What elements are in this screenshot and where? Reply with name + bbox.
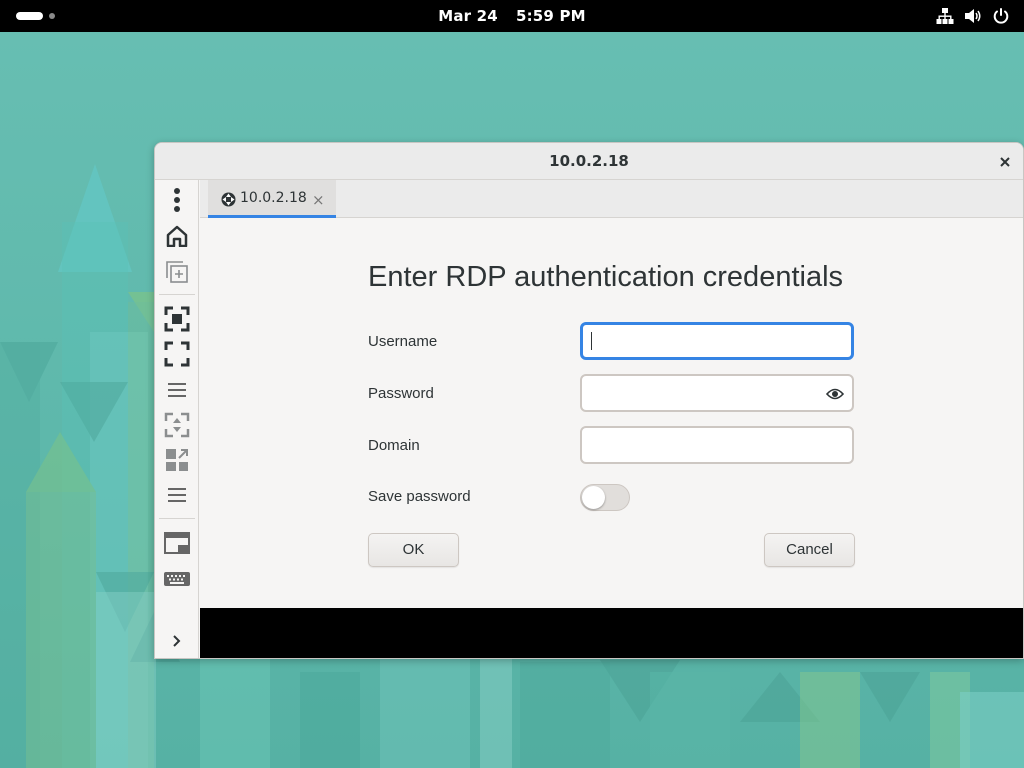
remote-desktop-window: 10.0.2.18 10.0.2.18 × Enter RDP authenti… <box>154 142 1024 659</box>
username-label: Username <box>368 333 438 350</box>
close-icon <box>1000 157 1010 167</box>
rdp-protocol-icon <box>221 192 236 211</box>
keyboard-icon[interactable] <box>163 566 191 594</box>
save-password-label: Save password <box>368 488 471 505</box>
connection-tabbar: 10.0.2.18 × <box>200 180 1023 218</box>
text-caret <box>591 332 592 350</box>
password-label: Password <box>368 385 434 402</box>
fit-window-icon[interactable] <box>163 446 191 474</box>
eye-icon[interactable] <box>825 386 845 405</box>
tab-close-icon[interactable]: × <box>312 191 325 209</box>
expand-chevron-icon[interactable] <box>163 627 191 655</box>
hamburger-icon[interactable] <box>163 376 191 404</box>
multi-monitor-icon[interactable] <box>163 530 191 558</box>
auth-dialog: Enter RDP authentication credentials Use… <box>200 218 1023 608</box>
volume-icon[interactable] <box>964 7 982 25</box>
username-field[interactable] <box>580 322 854 360</box>
switch-knob <box>582 486 605 509</box>
fullscreen-icon[interactable] <box>163 340 191 368</box>
save-password-switch[interactable] <box>580 484 630 511</box>
power-icon[interactable] <box>992 7 1010 25</box>
sidebar-separator <box>159 294 195 295</box>
tab-label: 10.0.2.18 <box>240 190 307 206</box>
window-close-button[interactable] <box>995 152 1015 172</box>
domain-label: Domain <box>368 437 420 454</box>
domain-field[interactable] <box>580 426 854 464</box>
window-title: 10.0.2.18 <box>549 152 629 170</box>
cancel-button[interactable]: Cancel <box>764 533 855 567</box>
menu-dots-icon[interactable] <box>163 186 191 214</box>
system-tray[interactable] <box>936 7 1010 25</box>
duplicate-icon[interactable] <box>163 258 191 286</box>
toolbar-sidebar <box>155 180 199 658</box>
scale-icon[interactable] <box>163 305 191 333</box>
home-icon[interactable] <box>163 222 191 250</box>
tab-connection[interactable]: 10.0.2.18 × <box>208 180 336 218</box>
clock-time: 5:59 PM <box>515 7 586 25</box>
password-field[interactable] <box>580 374 854 412</box>
sidebar-separator <box>159 518 195 519</box>
window-titlebar[interactable]: 10.0.2.18 <box>155 143 1023 180</box>
hamburger-icon[interactable] <box>163 481 191 509</box>
clock[interactable]: Mar 24 5:59 PM <box>0 7 1024 25</box>
remote-display-area[interactable] <box>200 608 1023 658</box>
dynamic-resolution-icon[interactable] <box>163 411 191 439</box>
top-bar: Mar 24 5:59 PM <box>0 0 1024 32</box>
dialog-heading: Enter RDP authentication credentials <box>368 261 844 293</box>
network-icon[interactable] <box>936 7 954 25</box>
clock-date: Mar 24 <box>438 7 498 25</box>
ok-button[interactable]: OK <box>368 533 459 567</box>
